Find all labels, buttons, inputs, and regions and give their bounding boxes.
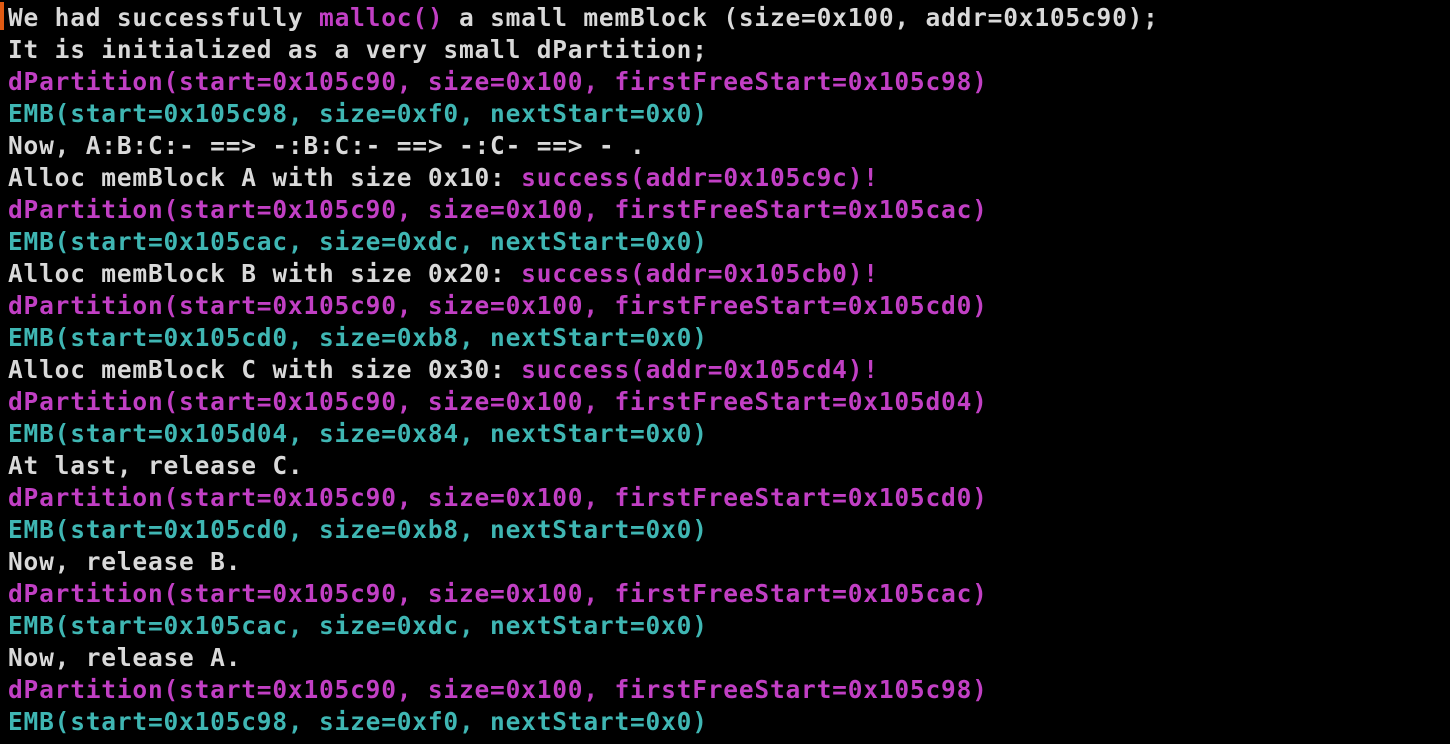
console-text-segment: dPartition(start=0x105c90, size=0x100, f… [8,387,988,416]
console-text-segment: a small memBlock (size=0x100, addr=0x105… [443,3,1159,32]
console-text-segment: Alloc memBlock A with size 0x10: [8,163,522,192]
console-line: Alloc memBlock B with size 0x20: success… [8,258,1438,290]
console-line: dPartition(start=0x105c90, size=0x100, f… [8,66,1438,98]
console-line: dPartition(start=0x105c90, size=0x100, f… [8,674,1438,706]
console-line: Now, release B. [8,546,1438,578]
console-text-segment: dPartition(start=0x105c90, size=0x100, f… [8,483,988,512]
console-text-segment: dPartition(start=0x105c90, size=0x100, f… [8,291,988,320]
console-text-segment: dPartition(start=0x105c90, size=0x100, f… [8,675,988,704]
console-line: It is initialized as a very small dParti… [8,34,1438,66]
console-text-segment: success(addr=0x105cb0)! [521,259,879,288]
console-text-segment: It is initialized as a very small dParti… [8,35,708,64]
console-text-segment: At last, release C. [8,451,304,480]
console-line: Now, release A. [8,642,1438,674]
window-edge-marker [0,2,4,30]
console-text-segment: Now, A:B:C:- ==> -:B:C:- ==> -:C- ==> - … [8,131,646,160]
console-line: EMB(start=0x105cac, size=0xdc, nextStart… [8,226,1438,258]
console-line: dPartition(start=0x105c90, size=0x100, f… [8,290,1438,322]
console-line: Now, A:B:C:- ==> -:B:C:- ==> -:C- ==> - … [8,130,1438,162]
console-text-segment: Now, release B. [8,547,242,576]
console-line: Alloc memBlock A with size 0x10: success… [8,162,1438,194]
console-line: dPartition(start=0x105c90, size=0x100, f… [8,194,1438,226]
console-text-segment: EMB(start=0x105cac, size=0xdc, nextStart… [8,611,708,640]
console-text-segment: We had successfully [8,3,320,32]
console-text-segment: EMB(start=0x105cac, size=0xdc, nextStart… [8,227,708,256]
console-line: dPartition(start=0x105c90, size=0x100, f… [8,482,1438,514]
console-text-segment: Alloc memBlock C with size 0x30: [8,355,522,384]
console-text-segment: EMB(start=0x105cd0, size=0xb8, nextStart… [8,515,708,544]
console-line: Alloc memBlock C with size 0x30: success… [8,354,1438,386]
console-text-segment: EMB(start=0x105c98, size=0xf0, nextStart… [8,707,708,736]
terminal-screen[interactable]: We had successfully malloc() a small mem… [0,0,1450,744]
console-text-segment: Alloc memBlock B with size 0x20: [8,259,522,288]
console-text-segment: EMB(start=0x105d04, size=0x84, nextStart… [8,419,708,448]
console-text-segment: success(addr=0x105cd4)! [521,355,879,384]
console-line: EMB(start=0x105d04, size=0x84, nextStart… [8,418,1438,450]
console-line: EMB(start=0x105cd0, size=0xb8, nextStart… [8,514,1438,546]
console-line: dPartition(start=0x105c90, size=0x100, f… [8,386,1438,418]
console-line: dPartition(start=0x105c90, size=0x100, f… [8,578,1438,610]
console-line: EMB(start=0x105c98, size=0xf0, nextStart… [8,706,1438,738]
console-text-segment: dPartition(start=0x105c90, size=0x100, f… [8,195,988,224]
console-text-segment: dPartition(start=0x105c90, size=0x100, f… [8,579,988,608]
console-text-segment: Now, release A. [8,643,242,672]
console-text-segment: EMB(start=0x105c98, size=0xf0, nextStart… [8,99,708,128]
console-line: EMB(start=0x105cac, size=0xdc, nextStart… [8,610,1438,642]
console-line: At last, release C. [8,450,1438,482]
console-text-segment: malloc() [319,3,444,32]
console-text-segment: EMB(start=0x105cd0, size=0xb8, nextStart… [8,323,708,352]
console-text-segment: success(addr=0x105c9c)! [521,163,879,192]
console-line: We had successfully malloc() a small mem… [8,2,1438,34]
console-line: EMB(start=0x105cd0, size=0xb8, nextStart… [8,322,1438,354]
console-line: EMB(start=0x105c98, size=0xf0, nextStart… [8,98,1438,130]
console-text-segment: dPartition(start=0x105c90, size=0x100, f… [8,67,988,96]
console-output: We had successfully malloc() a small mem… [8,2,1438,738]
